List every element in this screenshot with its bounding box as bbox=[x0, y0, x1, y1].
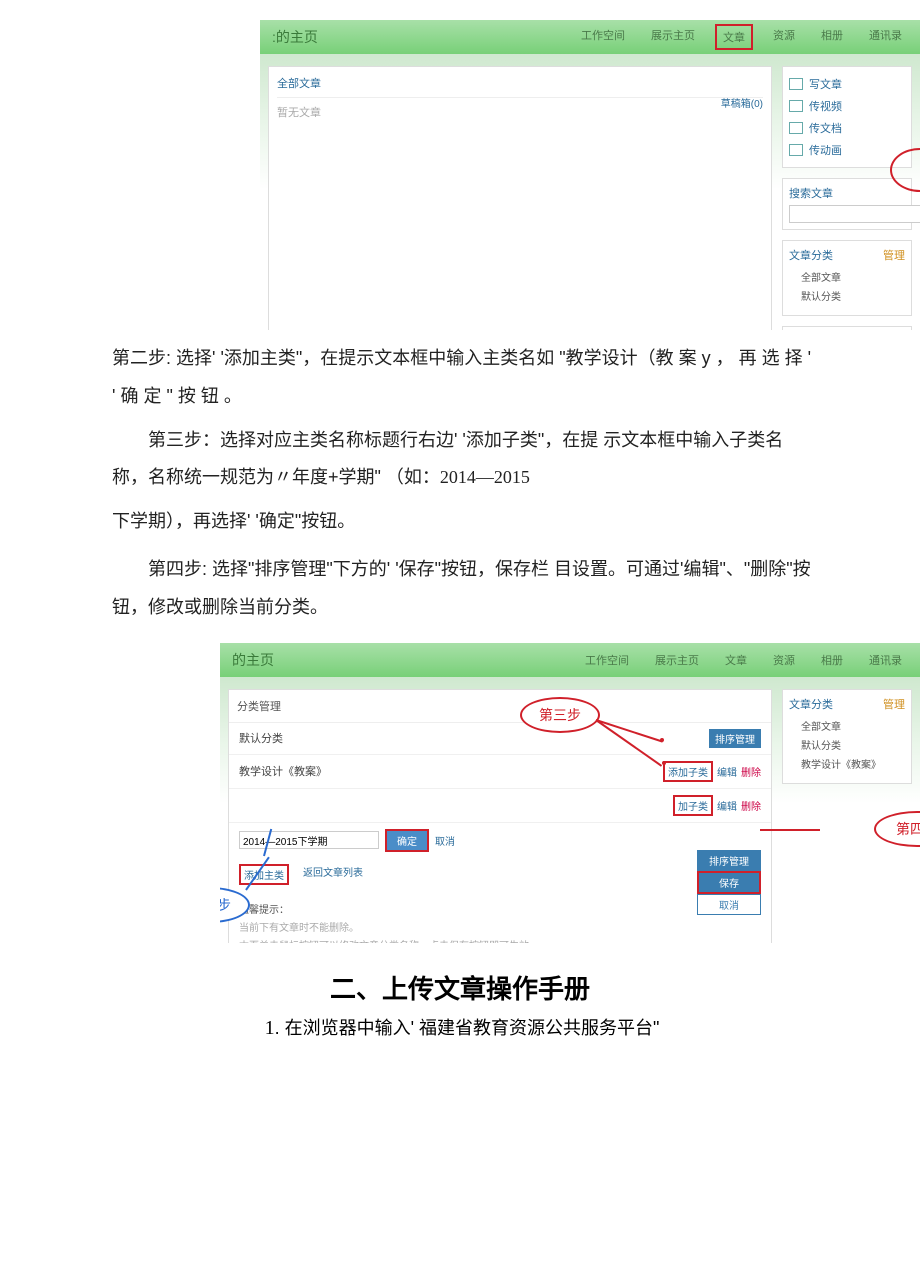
ss2-main: 分类管理 默认分类 排序管理 教学设计《教案》 添加子类 编辑 删除 bbox=[228, 689, 772, 943]
ss2-title: 的主页 bbox=[232, 650, 579, 670]
manage-link[interactable]: 管理 bbox=[883, 247, 905, 263]
subcat-input[interactable] bbox=[239, 831, 379, 849]
upload-video[interactable]: 传视频 bbox=[789, 95, 905, 117]
ss1-all-articles[interactable]: 全部文章 bbox=[277, 75, 763, 98]
upload-anim[interactable]: 传动画 bbox=[789, 139, 905, 161]
row-extra: 加子类 编辑 删除 bbox=[229, 789, 771, 823]
doc-icon bbox=[789, 122, 803, 134]
tips-head: 温馨提示： bbox=[239, 901, 761, 916]
write-article[interactable]: 写文章 bbox=[789, 73, 905, 95]
nav2-showcase[interactable]: 展示主页 bbox=[649, 649, 705, 671]
callout-step3: 第三步 bbox=[520, 697, 600, 733]
write-icon bbox=[789, 78, 803, 90]
nav-showcase[interactable]: 展示主页 bbox=[645, 24, 701, 50]
ss1-main: 全部文章 暂无文章 草稿箱(0) bbox=[268, 66, 772, 330]
screenshot-1: :的主页 工作空间 展示主页 文章 资源 相册 通讯录 全部文章 暂无文章 草稿… bbox=[260, 20, 920, 330]
ss2-cat-default[interactable]: 默认分类 bbox=[789, 735, 905, 754]
cat-head-label: 文章分类 bbox=[789, 247, 833, 263]
cancel-link[interactable]: 取消 bbox=[435, 833, 455, 848]
ss1-draft[interactable]: 草稿箱(0) bbox=[721, 95, 763, 110]
back-list-link[interactable]: 返回文章列表 bbox=[303, 864, 363, 885]
cat-all[interactable]: 全部文章 bbox=[789, 267, 905, 286]
ss1-nav: 工作空间 展示主页 文章 资源 相册 通讯录 bbox=[575, 24, 908, 50]
nav2-album[interactable]: 相册 bbox=[815, 649, 849, 671]
step3-text-2: 下学期），再选择' '确定"按钮。 bbox=[112, 503, 812, 541]
edit-link-2[interactable]: 编辑 bbox=[717, 798, 737, 813]
add-subcat-boxed-2[interactable]: 加子类 bbox=[673, 795, 713, 816]
anim-icon bbox=[789, 144, 803, 156]
ss2-cat-head: 文章分类 bbox=[789, 696, 833, 712]
ss2-cat-all[interactable]: 全部文章 bbox=[789, 716, 905, 735]
ss1-header: :的主页 工作空间 展示主页 文章 资源 相册 通讯录 bbox=[260, 20, 920, 54]
search-input[interactable] bbox=[789, 205, 920, 223]
upload-doc[interactable]: 传文档 bbox=[789, 117, 905, 139]
sort-save-button[interactable]: 保存 bbox=[699, 873, 759, 892]
ss2-manage[interactable]: 管理 bbox=[883, 696, 905, 712]
add-subcat-boxed[interactable]: 添加子类 bbox=[663, 761, 713, 782]
step4-text: 第四步: 选择"排序管理"下方的' '保存"按钮，保存栏 目设置。可通过'编辑"… bbox=[112, 551, 812, 627]
nav2-workspace[interactable]: 工作空间 bbox=[579, 649, 635, 671]
sort-panel: 排序管理 保存 取消 bbox=[697, 850, 761, 915]
sort-cancel-button[interactable]: 取消 bbox=[697, 894, 761, 915]
ss2-header: 的主页 工作空间 展示主页 文章 资源 相册 通讯录 bbox=[220, 643, 920, 677]
delete-link-2[interactable]: 删除 bbox=[741, 798, 761, 813]
row-default: 默认分类 排序管理 bbox=[229, 723, 771, 755]
step2-text: 第二步: 选择' '添加主类"，在提示文本框中输入主类名如 "教学设计（教 案 … bbox=[112, 340, 812, 416]
instruction-text: 第二步: 选择' '添加主类"，在提示文本框中输入主类名如 "教学设计（教 案 … bbox=[0, 330, 920, 643]
row-teaching: 教学设计《教案》 添加子类 编辑 删除 bbox=[229, 755, 771, 789]
nav-article[interactable]: 文章 bbox=[715, 24, 753, 50]
ss2-categories: 文章分类 管理 全部文章 默认分类 教学设计《教案》 bbox=[782, 689, 912, 784]
nav-contacts[interactable]: 通讯录 bbox=[863, 24, 908, 50]
screenshot-2: 的主页 工作空间 展示主页 文章 资源 相册 通讯录 分类管理 默认分类 排序管… bbox=[220, 643, 920, 943]
section-2-heading: 二、上传文章操作手册 bbox=[0, 969, 920, 1006]
ss1-categories: 文章分类 管理 全部文章 默认分类 bbox=[782, 240, 912, 316]
cat-mgmt-head: 分类管理 bbox=[229, 690, 771, 723]
ss1-actions: 写文章 传视频 传文档 传动画 bbox=[782, 66, 912, 168]
nav2-resource[interactable]: 资源 bbox=[767, 649, 801, 671]
ss2-cat-teaching[interactable]: 教学设计《教案》 bbox=[789, 754, 905, 773]
nav-workspace[interactable]: 工作空间 bbox=[575, 24, 631, 50]
delete-link[interactable]: 删除 bbox=[741, 764, 761, 779]
nav2-contacts[interactable]: 通讯录 bbox=[863, 649, 908, 671]
nav2-article[interactable]: 文章 bbox=[719, 649, 753, 671]
step3-text: 第三步：选择对应主类名称标题行右边' '添加子类"，在提 示文本框中输入子类名称… bbox=[112, 422, 812, 498]
ss1-search: 搜索文章 ⌕ bbox=[782, 178, 912, 230]
ss1-title: :的主页 bbox=[272, 27, 575, 47]
edit-link[interactable]: 编辑 bbox=[717, 764, 737, 779]
tips-2: 本页单击鼠标按钮可以修改文章分类名称，点击保存按钮即可生效。 bbox=[239, 938, 761, 943]
row-teaching-label: 教学设计《教案》 bbox=[239, 763, 327, 779]
section-2-sub: 1. 在浏览器中输入' 福建省教育资源公共服务平台" bbox=[0, 1014, 920, 1070]
ss1-side: 写文章 传视频 传文档 传动画 搜索文章 ⌕ 文章分类 管理 bbox=[782, 66, 912, 330]
search-label: 搜索文章 bbox=[789, 185, 905, 201]
nav-resource[interactable]: 资源 bbox=[767, 24, 801, 50]
ss1-empty: 暂无文章 bbox=[277, 104, 763, 120]
sort-mgmt-btn[interactable]: 排序管理 bbox=[709, 729, 761, 748]
ss2-nav: 工作空间 展示主页 文章 资源 相册 通讯录 bbox=[579, 649, 908, 671]
ss1-body: 全部文章 暂无文章 草稿箱(0) 写文章 传视频 传文档 传动画 搜索文章 ⌕ bbox=[260, 54, 920, 330]
sort-panel-head: 排序管理 bbox=[697, 850, 761, 871]
cat-default[interactable]: 默认分类 bbox=[789, 286, 905, 305]
subcat-input-row: 确定 取消 bbox=[229, 823, 771, 858]
row-default-label: 默认分类 bbox=[239, 730, 283, 746]
video-icon bbox=[789, 100, 803, 112]
tips-block: 温馨提示： 当前下有文章时不能删除。 本页单击鼠标按钮可以修改文章分类名称，点击… bbox=[229, 891, 771, 943]
confirm-button[interactable]: 确定 bbox=[387, 831, 427, 850]
add-main-link[interactable]: 添加主类 bbox=[244, 871, 284, 882]
nav-album[interactable]: 相册 bbox=[815, 24, 849, 50]
tips-1: 当前下有文章时不能删除。 bbox=[239, 920, 761, 938]
ss1-fav: 我的收藏 收藏文章 bbox=[782, 326, 912, 330]
